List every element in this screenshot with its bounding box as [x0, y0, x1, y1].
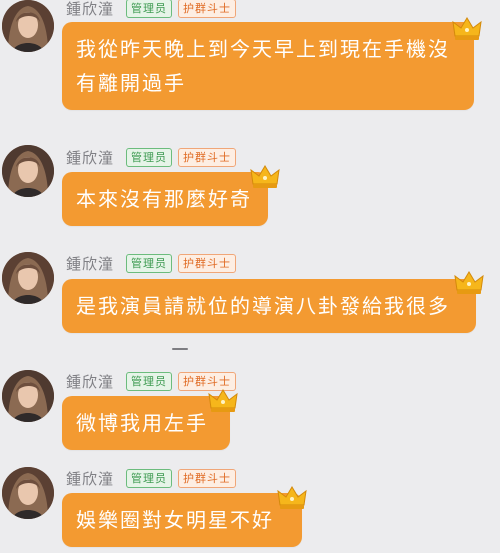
avatar[interactable] [2, 467, 54, 519]
avatar-image [2, 0, 54, 52]
avatar-image [2, 467, 54, 519]
avatar-image [2, 252, 54, 304]
message-header: 鍾欣潼 管理员 护群斗士 [66, 468, 237, 489]
message-header: 鍾欣潼 管理员 护群斗士 [66, 0, 237, 19]
sender-name[interactable]: 鍾欣潼 [66, 253, 114, 274]
avatar[interactable] [2, 0, 54, 52]
sender-name[interactable]: 鍾欣潼 [66, 147, 114, 168]
admin-badge: 管理员 [126, 253, 173, 273]
message-bubble[interactable]: 是我演員請就位的導演八卦發給我很多 [62, 279, 476, 333]
sender-name[interactable]: 鍾欣潼 [66, 371, 114, 392]
avatar[interactable] [2, 252, 54, 304]
crown-icon [454, 270, 484, 296]
avatar[interactable] [2, 370, 54, 422]
guard-badge: 护群斗士 [178, 0, 237, 18]
separator-mark [172, 348, 188, 350]
avatar-image [2, 370, 54, 422]
message-bubble[interactable]: 微博我用左手 [62, 396, 230, 450]
message-bubble[interactable]: 我從昨天晚上到今天早上到現在手機沒 有離開過手 [62, 22, 474, 110]
admin-badge: 管理员 [126, 147, 173, 167]
message-header: 鍾欣潼 管理员 护群斗士 [66, 253, 237, 274]
crown-icon [208, 388, 238, 414]
admin-badge: 管理员 [126, 468, 173, 488]
sender-name[interactable]: 鍾欣潼 [66, 468, 114, 489]
guard-badge: 护群斗士 [178, 147, 237, 167]
guard-badge: 护群斗士 [178, 468, 237, 488]
admin-badge: 管理员 [126, 371, 173, 391]
avatar-image [2, 145, 54, 197]
guard-badge: 护群斗士 [178, 253, 237, 273]
crown-icon [277, 485, 307, 511]
crown-icon [452, 16, 482, 42]
crown-icon [250, 164, 280, 190]
admin-badge: 管理员 [126, 0, 173, 18]
message-header: 鍾欣潼 管理员 护群斗士 [66, 147, 237, 168]
message-bubble[interactable]: 娛樂圈對女明星不好 [62, 493, 302, 547]
avatar[interactable] [2, 145, 54, 197]
sender-name[interactable]: 鍾欣潼 [66, 0, 114, 19]
message-bubble[interactable]: 本來沒有那麼好奇 [62, 172, 268, 226]
